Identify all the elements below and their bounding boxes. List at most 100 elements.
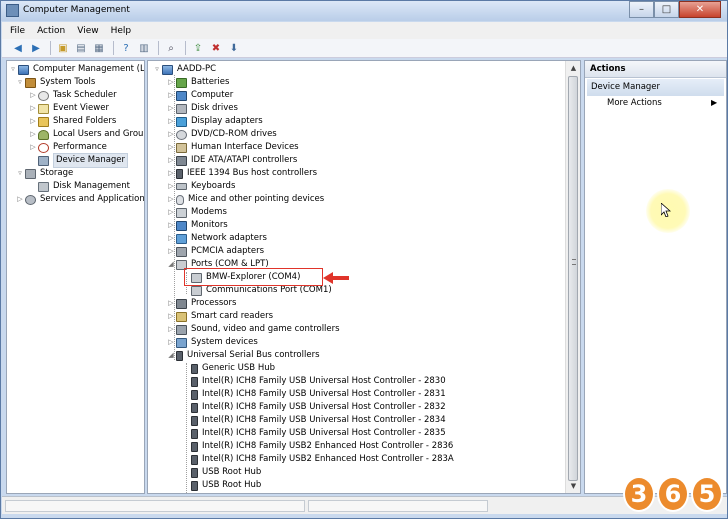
scroll-down-icon[interactable]: ▼ <box>566 479 580 493</box>
device-category-keyboards[interactable]: ▷ Keyboards <box>167 180 235 193</box>
device-category-mice[interactable]: ▷ Mice and other pointing devices <box>167 193 324 206</box>
collapse-icon[interactable]: ▿ <box>153 63 161 76</box>
device-category-dvd-cd-rom[interactable]: ▷ DVD/CD-ROM drives <box>167 128 277 141</box>
device-category-sound-video[interactable]: ▷ Sound, video and game controllers <box>167 323 340 336</box>
expand-icon[interactable]: ▷ <box>167 206 175 219</box>
device-usb-item[interactable]: USB Root Hub <box>191 479 261 492</box>
device-category-usb-controllers[interactable]: ◢ Universal Serial Bus controllers <box>167 349 320 362</box>
expand-icon[interactable]: ▷ <box>29 141 37 154</box>
tree-item-computer-management[interactable]: ▿ Computer Management (Local <box>9 63 144 76</box>
device-category-modems[interactable]: ▷ Modems <box>167 206 227 219</box>
device-usb-item[interactable]: USB Root Hub <box>191 466 261 479</box>
expand-icon[interactable]: ▷ <box>167 102 175 115</box>
scrollbar-thumb[interactable] <box>568 76 578 481</box>
expand-icon[interactable]: ▷ <box>167 232 175 245</box>
menu-help[interactable]: Help <box>111 26 132 36</box>
device-category-network-adapters[interactable]: ▷ Network adapters <box>167 232 267 245</box>
collapse-icon[interactable]: ◢ <box>167 258 175 271</box>
tree-item-storage[interactable]: ▿ Storage <box>16 167 73 180</box>
console-tree-icon[interactable]: ▥ <box>136 41 152 55</box>
show-hide-tree-icon[interactable]: ▤ <box>73 41 89 55</box>
expand-icon[interactable]: ▷ <box>167 310 175 323</box>
device-usb-item[interactable]: Intel(R) ICH8 Family USB Universal Host … <box>191 414 446 427</box>
title-bar[interactable]: Computer Management – □ ✕ <box>1 1 727 21</box>
device-category-batteries[interactable]: ▷ Batteries <box>167 76 229 89</box>
expand-icon[interactable]: ▷ <box>167 323 175 336</box>
device-category-pcmcia[interactable]: ▷ PCMCIA adapters <box>167 245 264 258</box>
minimize-button[interactable]: – <box>629 1 654 18</box>
expand-icon[interactable]: ▷ <box>167 141 175 154</box>
maximize-button[interactable]: □ <box>654 1 679 18</box>
forward-icon[interactable]: ▶ <box>28 41 44 55</box>
up-icon[interactable]: ▣ <box>55 41 71 55</box>
expand-icon[interactable]: ▷ <box>167 219 175 232</box>
device-category-hid[interactable]: ▷ Human Interface Devices <box>167 141 299 154</box>
expand-icon[interactable]: ▷ <box>167 336 175 349</box>
help-icon[interactable]: ? <box>118 41 134 55</box>
device-category-ide-ata[interactable]: ▷ IDE ATA/ATAPI controllers <box>167 154 297 167</box>
device-category-disk-drives[interactable]: ▷ Disk drives <box>167 102 238 115</box>
expand-icon[interactable]: ▷ <box>167 193 175 206</box>
expand-icon[interactable]: ▷ <box>167 154 175 167</box>
expand-icon[interactable]: ▷ <box>167 128 175 141</box>
menu-action[interactable]: Action <box>37 26 65 36</box>
expand-icon[interactable]: ▷ <box>29 102 37 115</box>
tree-item-task-scheduler[interactable]: ▷ Task Scheduler <box>29 89 117 102</box>
expand-icon[interactable]: ▷ <box>167 167 175 180</box>
expand-icon[interactable]: ▷ <box>167 89 175 102</box>
back-icon[interactable]: ◀ <box>10 41 26 55</box>
collapse-icon[interactable]: ▿ <box>16 167 24 180</box>
expand-icon[interactable]: ▷ <box>167 115 175 128</box>
device-category-processors[interactable]: ▷ Processors <box>167 297 236 310</box>
tree-item-label: Processors <box>191 298 237 308</box>
expand-icon[interactable]: ▷ <box>29 89 37 102</box>
device-category-monitors[interactable]: ▷ Monitors <box>167 219 228 232</box>
expand-icon[interactable]: ▷ <box>29 128 37 141</box>
device-category-system-devices[interactable]: ▷ System devices <box>167 336 258 349</box>
log-icon <box>38 103 49 114</box>
tree-item-label: Disk drives <box>191 103 238 113</box>
expand-icon[interactable]: ▷ <box>167 76 175 89</box>
device-usb-item[interactable]: Intel(R) ICH8 Family USB Universal Host … <box>191 401 446 414</box>
tree-item-system-tools[interactable]: ▿ System Tools <box>16 76 95 89</box>
device-usb-item[interactable]: Intel(R) ICH8 Family USB Universal Host … <box>191 375 446 388</box>
collapse-icon[interactable]: ▿ <box>16 76 24 89</box>
uninstall-icon[interactable]: ✖ <box>208 41 224 55</box>
expand-icon[interactable]: ▷ <box>167 180 175 193</box>
tree-item-services-applications[interactable]: ▷ Services and Applications <box>16 193 144 206</box>
tree-item-disk-management[interactable]: Disk Management <box>29 180 130 193</box>
menu-file[interactable]: File <box>10 26 25 36</box>
collapse-icon[interactable]: ▿ <box>9 63 17 76</box>
services-icon <box>25 194 36 205</box>
device-category-ieee1394[interactable]: ▷ IEEE 1394 Bus host controllers <box>167 167 317 180</box>
tree-item-device-manager[interactable]: Device Manager <box>29 153 129 168</box>
device-usb-item[interactable]: Intel(R) ICH8 Family USB2 Enhanced Host … <box>191 453 454 466</box>
device-tree-root[interactable]: ▿ AADD-PC <box>153 63 216 76</box>
properties-icon[interactable]: ▦ <box>91 41 107 55</box>
device-category-computer[interactable]: ▷ Computer <box>167 89 233 102</box>
menu-view[interactable]: View <box>77 26 98 36</box>
tree-item-event-viewer[interactable]: ▷ Event Viewer <box>29 102 109 115</box>
expand-icon[interactable]: ▷ <box>29 115 37 128</box>
more-actions-link[interactable]: More Actions <box>607 98 662 108</box>
scan-hardware-icon[interactable]: ⌕ <box>163 41 179 55</box>
console-tree-pane[interactable]: ▿ Computer Management (Local ▿ System To… <box>6 60 145 494</box>
expand-icon[interactable]: ▷ <box>167 297 175 310</box>
expand-icon[interactable]: ▷ <box>16 193 24 206</box>
disable-icon[interactable]: ⬇ <box>226 41 242 55</box>
device-usb-item[interactable]: Intel(R) ICH8 Family USB Universal Host … <box>191 388 446 401</box>
tree-item-local-users-groups[interactable]: ▷ Local Users and Groups <box>29 128 144 141</box>
scroll-up-icon[interactable]: ▲ <box>566 61 580 75</box>
device-usb-item[interactable]: Generic USB Hub <box>191 362 275 375</box>
device-usb-item[interactable]: Intel(R) ICH8 Family USB2 Enhanced Host … <box>191 440 453 453</box>
actions-section-device-manager[interactable]: Device Manager <box>587 79 724 96</box>
tree-item-shared-folders[interactable]: ▷ Shared Folders <box>29 115 116 128</box>
device-usb-item[interactable]: Intel(R) ICH8 Family USB Universal Host … <box>191 427 446 440</box>
collapse-icon[interactable]: ◢ <box>167 349 175 362</box>
close-button[interactable]: ✕ <box>679 1 721 18</box>
device-category-smart-card-readers[interactable]: ▷ Smart card readers <box>167 310 273 323</box>
update-driver-icon[interactable]: ⇪ <box>190 41 206 55</box>
vertical-scrollbar[interactable]: ▲ ▼ <box>565 61 580 493</box>
device-category-display-adapters[interactable]: ▷ Display adapters <box>167 115 263 128</box>
expand-icon[interactable]: ▷ <box>167 245 175 258</box>
